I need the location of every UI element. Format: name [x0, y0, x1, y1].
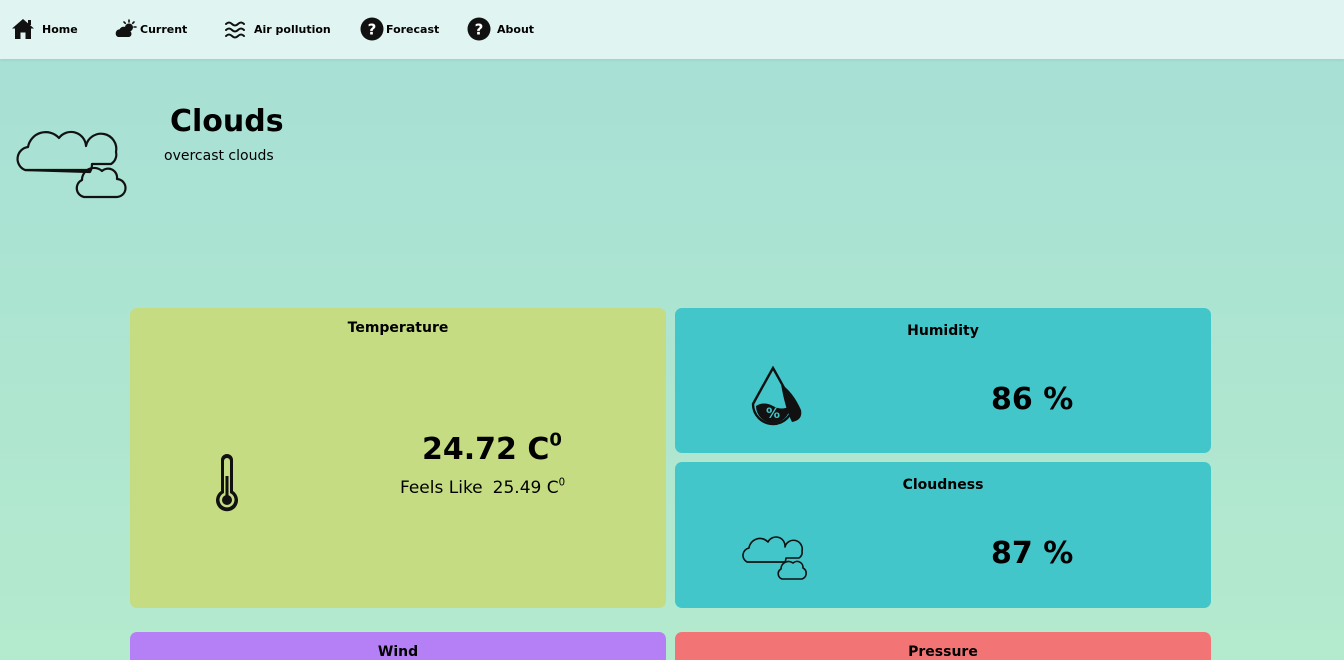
clouds-icon: [739, 526, 809, 586]
pressure-card: Pressure: [675, 632, 1211, 660]
nav-about-label: About: [497, 22, 535, 36]
wind-waves-icon: [225, 21, 245, 39]
nav-current[interactable]: Current: [114, 16, 187, 42]
temperature-card: Temperature 24.72 C0 Feels Like 25.49 C0: [130, 308, 666, 608]
clouds-icon: [12, 112, 128, 206]
humidity-card: Humidity % 86 %: [675, 308, 1211, 453]
pressure-card-title: Pressure: [908, 644, 978, 660]
weather-description: overcast clouds: [164, 148, 274, 164]
partly-cloudy-icon: [115, 19, 137, 37]
temperature-value: 24.72 C0: [422, 429, 562, 467]
svg-text:?: ?: [368, 21, 377, 39]
humidity-drop-icon: %: [749, 365, 803, 436]
nav-air-pollution[interactable]: Air pollution: [224, 16, 331, 42]
humidity-card-title: Humidity: [907, 323, 979, 339]
temperature-unit-superscript: 0: [549, 429, 562, 451]
nav-forecast-label: Forecast: [386, 22, 440, 36]
temperature-number: 24.72 C: [422, 432, 550, 467]
question-icon: ?: [360, 17, 384, 41]
humidity-value: 86 %: [991, 382, 1074, 417]
wind-card-title: Wind: [377, 644, 419, 660]
question-icon: ?: [467, 17, 491, 41]
feels-like: Feels Like 25.49 C0: [400, 478, 565, 498]
weather-condition-title: Clouds: [170, 104, 284, 139]
cloudiness-card: Cloudness 87 %: [675, 462, 1211, 608]
nav-about[interactable]: ? About: [467, 16, 534, 42]
nav-air-pollution-label: Air pollution: [254, 22, 331, 36]
nav-home-label: Home: [42, 22, 78, 36]
cloudiness-value: 87 %: [991, 536, 1074, 571]
thermometer-icon: [212, 454, 242, 516]
navbar: Home Current Air pollution ? Forecast ? …: [0, 0, 1344, 59]
feels-like-label: Feels Like: [400, 478, 483, 498]
nav-home[interactable]: Home: [10, 16, 78, 42]
home-icon: [12, 19, 34, 39]
nav-current-label: Current: [140, 22, 188, 36]
temperature-card-title: Temperature: [347, 320, 449, 336]
wind-card: Wind: [130, 632, 666, 660]
feels-like-value: 25.49 C: [492, 478, 559, 498]
svg-text:?: ?: [475, 21, 484, 39]
svg-text:%: %: [766, 406, 780, 422]
nav-forecast[interactable]: ? Forecast: [360, 16, 439, 42]
cloudiness-card-title: Cloudness: [902, 477, 984, 493]
feels-like-superscript: 0: [558, 477, 566, 489]
